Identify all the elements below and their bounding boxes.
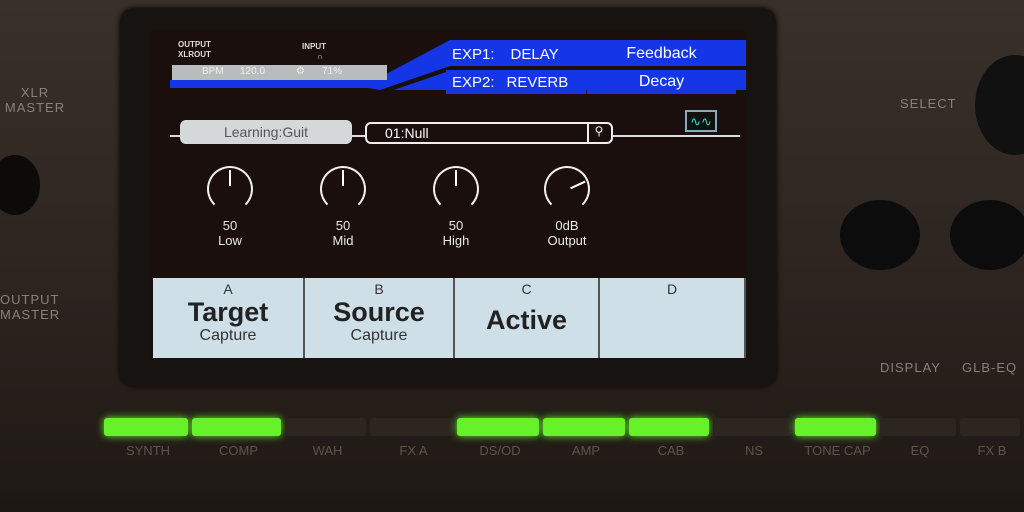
module-label: DS/OD [479, 443, 521, 458]
bpm-label: BPM [202, 66, 224, 77]
button-key: C [521, 281, 532, 297]
module-button-ds-od[interactable] [457, 418, 539, 436]
knob-value: 0dB [555, 218, 579, 233]
preset-name: 01:Null [385, 125, 429, 141]
module-label: NS [744, 443, 764, 458]
module-label: COMP [219, 443, 258, 458]
module-button-wah[interactable] [285, 418, 366, 436]
satellite-icon[interactable]: ⚲ [587, 124, 609, 142]
knob-label: Output [547, 233, 587, 248]
exp2-param[interactable]: Decay [587, 70, 736, 94]
display-button-label[interactable]: DISPLAY [880, 360, 941, 375]
knob-dial[interactable] [433, 166, 479, 212]
soft-button-b[interactable]: B Source Capture [305, 278, 455, 358]
knob-output[interactable]: 0dB Output [542, 166, 592, 248]
soft-button-c[interactable]: C Active [455, 278, 600, 358]
exp2-label: EXP2: [452, 73, 495, 91]
output-master-label: OUTPUT MASTER [0, 292, 61, 322]
exp2-effect: REVERB [506, 73, 569, 91]
knob-dial[interactable] [207, 166, 253, 212]
exp1-param[interactable]: Feedback [587, 42, 736, 66]
exp2[interactable]: EXP2: REVERB [446, 70, 586, 94]
knob-value: 50 [448, 218, 464, 233]
gear-icon: ⚙ [296, 66, 305, 77]
xlr-master-label: XLR MASTER [4, 85, 66, 115]
soft-button-a[interactable]: A Target Capture [153, 278, 305, 358]
module-button-fx-b[interactable] [960, 418, 1020, 436]
waveform-icon[interactable]: ∿∿ [685, 110, 717, 132]
volume-value: 71% [322, 66, 343, 77]
glb-eq-button-label[interactable]: GLB-EQ [962, 360, 1017, 375]
module-button-eq[interactable] [880, 418, 956, 436]
knob-1[interactable] [840, 200, 920, 270]
module-label: SYNTH [125, 443, 171, 458]
knob-2[interactable] [950, 200, 1024, 270]
learning-button[interactable]: Learning:Guit [180, 120, 352, 144]
button-title: Source [333, 297, 425, 327]
select-label: SELECT [900, 96, 957, 111]
module-label: EQ [910, 443, 930, 458]
module-label: CAB [657, 443, 685, 458]
button-key: D [666, 281, 678, 297]
knob-label: Mid [332, 233, 354, 248]
knob-high[interactable]: 50 High [431, 166, 481, 248]
knob-label: High [442, 233, 470, 248]
knob-value: 50 [335, 218, 351, 233]
module-button-amp[interactable] [543, 418, 625, 436]
knob-low[interactable]: 50 Low [205, 166, 255, 248]
module-button-cab[interactable] [629, 418, 709, 436]
module-button-tone-cap[interactable] [795, 418, 876, 436]
module-button-comp[interactable] [192, 418, 281, 436]
knob-label: Low [218, 233, 242, 248]
module-label: WAH [312, 443, 343, 458]
bpm-value[interactable]: 120.0 [240, 66, 265, 77]
module-label: FX A [399, 443, 428, 458]
button-key: A [223, 281, 233, 297]
button-subtitle: Capture [199, 327, 257, 344]
screen: OUTPUT XLROUT INPUT ∩ BPM 120.0 ⚙ 71% EX… [150, 30, 746, 360]
module-label: TONE CAP [804, 443, 871, 458]
button-title: Target [187, 297, 269, 327]
module-button-fx-a[interactable] [370, 418, 453, 436]
button-title: Active [485, 305, 568, 335]
preset-field[interactable]: 01:Null ⚲ [365, 122, 613, 144]
module-button-synth[interactable] [104, 418, 188, 436]
exp1-label: EXP1: [452, 45, 495, 63]
module-label: AMP [571, 443, 601, 458]
button-key: B [374, 281, 384, 297]
knob-dial[interactable] [320, 166, 366, 212]
module-label: FX B [977, 443, 1007, 458]
knob-mid[interactable]: 50 Mid [318, 166, 368, 248]
exp1-effect: DELAY [510, 45, 559, 63]
knob-value: 50 [222, 218, 238, 233]
button-subtitle: Capture [350, 327, 408, 344]
knob-dial[interactable] [544, 166, 590, 212]
status-bar: BPM 120.0 ⚙ 71% [172, 65, 387, 80]
module-button-ns[interactable] [713, 418, 791, 436]
soft-button-d[interactable]: D [600, 278, 746, 358]
exp1[interactable]: EXP1: DELAY [446, 42, 586, 66]
